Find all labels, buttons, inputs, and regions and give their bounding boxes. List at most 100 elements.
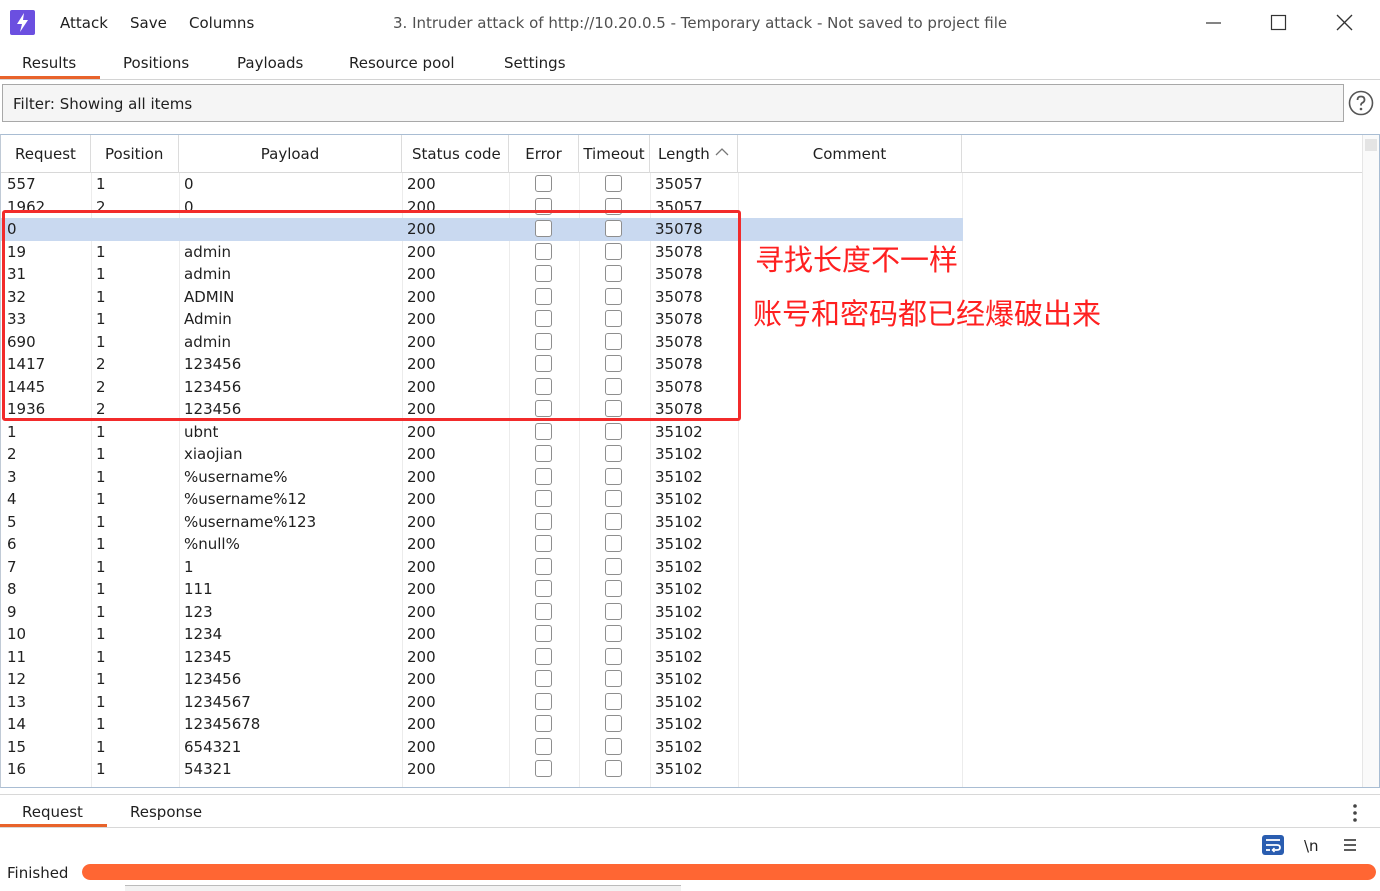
more-options-icon[interactable] (1352, 803, 1358, 823)
table-header: Request Position Payload Status code Err… (1, 135, 1363, 173)
column-header-request[interactable]: Request (1, 135, 91, 173)
timeout-checkbox (605, 760, 622, 777)
table-row[interactable]: 14 1 12345678 200 35102 (1, 713, 963, 736)
menu-columns[interactable]: Columns (189, 13, 254, 33)
annotation-text-credentials-found: 账号和密码都已经爆破出来 (753, 297, 1102, 331)
menu-icon[interactable] (1343, 838, 1357, 852)
table-row[interactable]: 13 1 1234567 200 35102 (1, 691, 963, 714)
cell-payload: 54321 (184, 760, 232, 778)
editor-toolbar: \n (0, 829, 1380, 859)
vertical-scrollbar[interactable] (1362, 135, 1379, 787)
table-row[interactable]: 10 1 1234 200 35102 (1, 623, 963, 646)
cell-request: 11 (7, 647, 27, 666)
cell-position: 1 (96, 490, 106, 508)
column-header-error[interactable]: Error (509, 135, 579, 173)
error-checkbox (535, 670, 552, 687)
error-checkbox (535, 445, 552, 462)
cell-status-code: 200 (407, 467, 436, 486)
table-row[interactable]: 12 1 123456 200 35102 (1, 668, 963, 691)
tab-response[interactable]: Response (130, 802, 202, 822)
sort-ascending-icon (715, 148, 729, 156)
table-row[interactable]: 5 1 %username%123 200 35102 (1, 511, 963, 534)
cell-payload: ubnt (184, 422, 219, 441)
table-row[interactable]: 15 1 654321 200 35102 (1, 736, 963, 759)
menu-attack[interactable]: Attack (60, 13, 108, 33)
cell-status-code: 200 (407, 557, 436, 576)
table-row[interactable]: 9 1 123 200 35102 (1, 601, 963, 624)
cell-position: 1 (96, 535, 106, 553)
cell-status-code: 200 (407, 580, 436, 598)
column-header-position[interactable]: Position (91, 135, 179, 173)
column-header-comment[interactable]: Comment (738, 135, 962, 173)
title-bar: Attack Save Columns 3. Intruder attack o… (0, 0, 1380, 46)
cell-request: 6 (7, 535, 17, 553)
column-header-timeout[interactable]: Timeout (579, 135, 650, 173)
cell-payload: 1234 (184, 625, 223, 643)
show-newlines-icon[interactable]: \n (1304, 837, 1319, 855)
timeout-checkbox (605, 422, 622, 440)
cell-payload: 1234567 (184, 692, 251, 711)
table-row[interactable]: 6 1 %null% 200 35102 (1, 533, 963, 556)
column-header-status-code[interactable]: Status code (402, 135, 509, 173)
cell-length: 35102 (655, 760, 703, 778)
table-row[interactable]: 3 1 %username% 200 35102 (1, 466, 963, 489)
column-header-payload[interactable]: Payload (179, 135, 402, 173)
minimize-button[interactable] (1190, 8, 1236, 38)
table-row[interactable]: 11 1 12345 200 35102 (1, 646, 963, 669)
horizontal-scrollbar[interactable] (125, 885, 681, 891)
cell-length: 35102 (655, 670, 703, 688)
tab-request[interactable]: Request (22, 802, 83, 822)
cell-length: 35102 (655, 580, 703, 598)
tab-settings[interactable]: Settings (504, 53, 566, 73)
cell-length: 35102 (655, 647, 703, 666)
cell-status-code: 200 (407, 490, 436, 508)
error-checkbox (535, 760, 552, 777)
table-row[interactable]: 8 1 111 200 35102 (1, 578, 963, 601)
timeout-checkbox (605, 647, 622, 665)
tab-resource-pool[interactable]: Resource pool (349, 53, 455, 73)
progress-fill (82, 864, 1376, 880)
close-button[interactable] (1322, 8, 1368, 38)
cell-payload: 0 (184, 175, 194, 193)
help-icon[interactable] (1348, 90, 1374, 116)
table-row[interactable]: 2 1 xiaojian 200 35102 (1, 443, 963, 466)
tab-payloads[interactable]: Payloads (237, 53, 303, 73)
tab-positions[interactable]: Positions (123, 53, 189, 73)
table-row[interactable]: 7 1 1 200 35102 (1, 556, 963, 579)
cell-position: 1 (96, 175, 106, 193)
menu-save[interactable]: Save (130, 13, 167, 33)
error-checkbox (535, 512, 552, 530)
table-row[interactable]: 557 1 0 200 35057 (1, 173, 963, 196)
timeout-checkbox (605, 715, 622, 732)
word-wrap-icon[interactable] (1262, 835, 1284, 855)
scrollbar-thumb[interactable] (1365, 139, 1377, 151)
cell-length: 35057 (655, 175, 703, 193)
cell-request: 14 (7, 715, 27, 733)
cell-payload: 654321 (184, 737, 242, 756)
cell-position: 1 (96, 737, 106, 756)
cell-status-code: 200 (407, 692, 436, 711)
cell-request: 5 (7, 512, 17, 531)
maximize-button[interactable] (1256, 8, 1302, 38)
cell-payload: %username%123 (184, 512, 317, 531)
cell-position: 1 (96, 670, 106, 688)
table-row[interactable]: 16 1 54321 200 35102 (1, 758, 963, 781)
cell-position: 1 (96, 760, 106, 778)
cell-payload: 1 (184, 557, 194, 576)
cell-position: 1 (96, 512, 106, 531)
cell-status-code: 200 (407, 715, 436, 733)
tab-results[interactable]: Results (22, 53, 76, 73)
cell-position: 1 (96, 422, 106, 441)
cell-position: 1 (96, 557, 106, 576)
cell-status-code: 200 (407, 625, 436, 643)
timeout-checkbox (605, 512, 622, 530)
table-row[interactable]: 1 1 ubnt 200 35102 (1, 421, 963, 444)
cell-position: 1 (96, 625, 106, 643)
filter-bar[interactable]: Filter: Showing all items (2, 84, 1344, 122)
error-checkbox (535, 490, 552, 507)
filter-label: Filter: Showing all items (13, 95, 193, 113)
cell-status-code: 200 (407, 760, 436, 778)
cell-position: 1 (96, 445, 106, 463)
cell-payload: %null% (184, 535, 240, 553)
table-row[interactable]: 4 1 %username%12 200 35102 (1, 488, 963, 511)
